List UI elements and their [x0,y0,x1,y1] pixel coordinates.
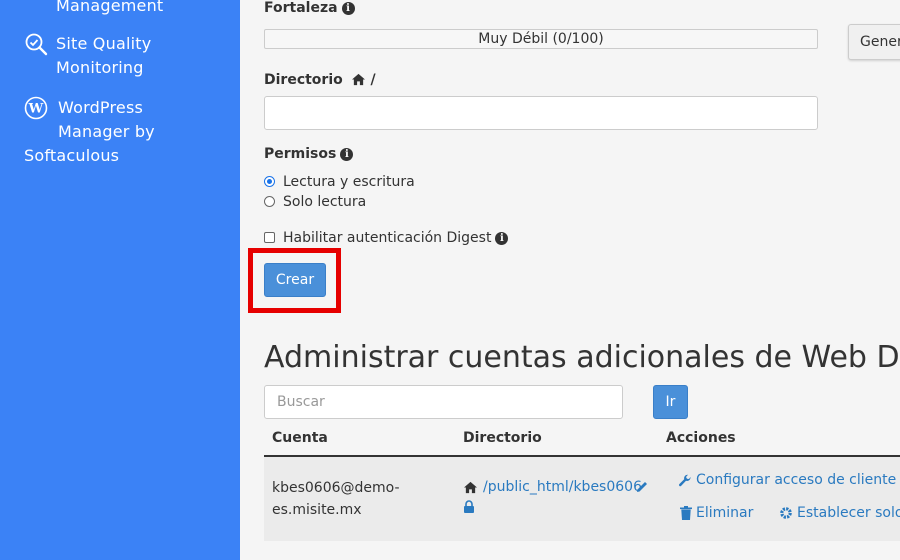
table-row: kbes0606@demo- es.misite.mx /public_html… [264,457,900,541]
configure-client-access-link[interactable]: Configurar acceso de cliente [696,472,896,488]
column-header-actions: Acciones [666,430,736,446]
strength-label-text: Fortaleza [264,0,338,16]
sidebar-item-label: Manager by [58,122,155,141]
radio-read-only[interactable] [264,196,275,207]
wordpress-icon: W [24,96,48,120]
generate-button-label: Gener [860,34,900,50]
permissions-label-text: Permisos [264,146,337,162]
delete-link[interactable]: Eliminar [696,505,753,521]
search-placeholder: Buscar [277,394,325,410]
create-button[interactable]: Crear [264,263,326,297]
info-icon[interactable]: i [340,148,354,161]
radio-read-write[interactable] [264,176,275,187]
main-content: Fortaleza i Muy Débil (0/100) Gener Direc… [240,0,900,560]
info-icon[interactable]: i [495,232,509,245]
gear-icon [780,507,792,519]
digest-auth-checkbox[interactable] [264,232,275,243]
section-title: Administrar cuentas adicionales de Web D… [264,340,900,375]
info-icon[interactable]: i [341,2,355,15]
account-name-line: es.misite.mx [272,502,362,518]
sidebar-item-wordpress-manager[interactable]: W WordPress Manager by Softaculous [24,96,224,168]
directory-label: Directorio / [264,72,376,88]
sidebar-item-site-quality-monitoring[interactable]: Site Quality Monitoring [24,32,224,82]
trash-icon [680,506,692,520]
actions-cell: Configurar acceso de cliente Eliminar Es… [678,472,900,532]
sidebar-item-label: Softaculous [24,146,120,165]
home-icon [351,73,365,86]
create-button-label: Crear [275,272,315,288]
wrench-icon [678,474,691,487]
site-quality-icon [25,33,48,56]
svg-text:W: W [28,102,44,117]
radio-label: Solo lectura [283,194,367,210]
sidebar-item-label: Management [56,0,164,15]
home-icon [464,481,477,494]
go-button-label: Ir [665,394,676,410]
directory-label-text: Directorio [264,72,343,88]
strength-label: Fortaleza i [264,0,355,16]
directory-root-slash: / [370,72,376,88]
radio-label: Lectura y escritura [283,174,415,190]
password-strength-meter: Muy Débil (0/100) [264,29,818,49]
digest-auth-label: Habilitar autenticación Digest [283,230,492,246]
search-input[interactable]: Buscar [264,385,623,419]
sidebar-item-label: Monitoring [56,58,144,77]
account-name-line: kbes0606@demo- [272,480,400,496]
sidebar: Management Site Quality Monitoring W Wor… [0,0,240,560]
digest-auth-option[interactable]: Habilitar autenticación Digest i [264,230,509,246]
search-go-button[interactable]: Ir [653,385,688,419]
set-readonly-link[interactable]: Establecer solo l [797,505,900,521]
permission-option-read-write[interactable]: Lectura y escritura [264,174,415,190]
sidebar-item-label: WordPress [58,98,144,117]
lock-icon[interactable] [463,500,475,514]
permissions-label: Permisos i [264,146,354,162]
directory-link[interactable]: /public_html/kbes0606 [483,479,642,495]
generate-password-button[interactable]: Gener [848,24,900,60]
permission-option-read-only[interactable]: Solo lectura [264,194,366,210]
account-cell: kbes0606@demo- es.misite.mx [272,477,400,521]
directory-input[interactable] [264,96,818,130]
strength-value: Muy Débil (0/100) [478,31,604,47]
sidebar-item-label: Site Quality [56,34,152,53]
column-header-account[interactable]: Cuenta [272,430,328,446]
column-header-directory[interactable]: Directorio [463,430,542,446]
pencil-icon[interactable] [635,480,649,494]
